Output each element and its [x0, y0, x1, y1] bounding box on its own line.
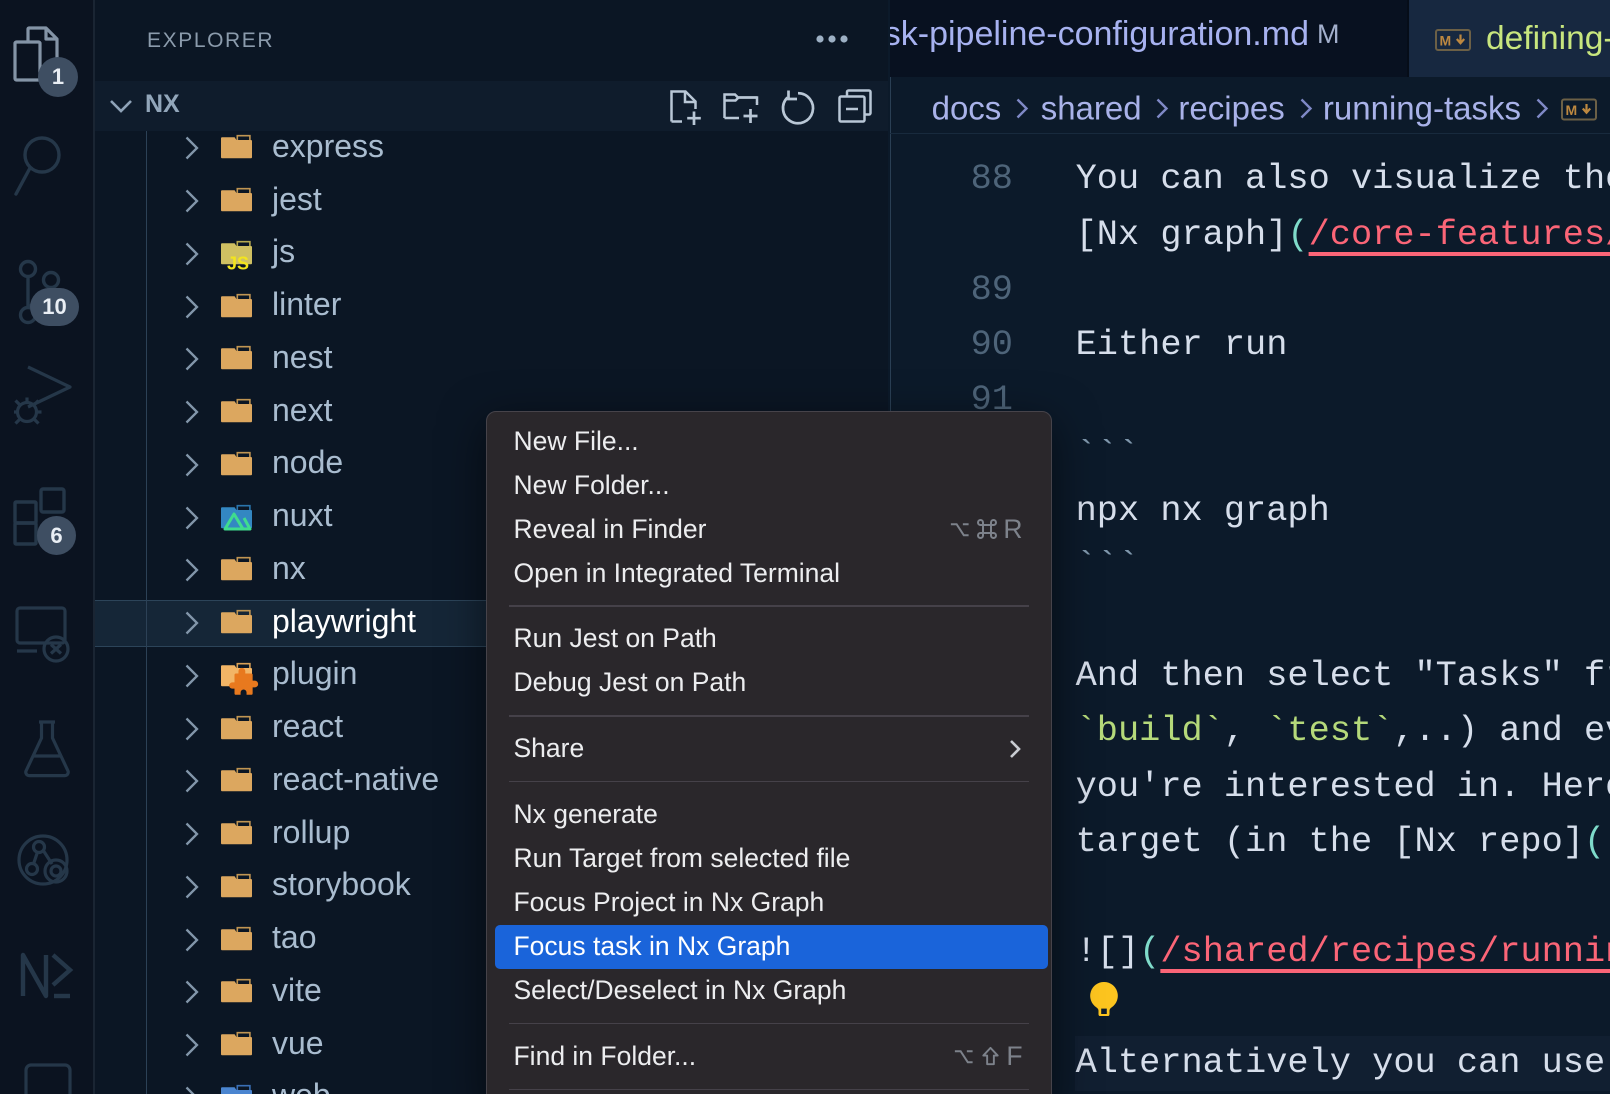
- svg-text:M: M: [1440, 33, 1452, 49]
- svg-text:JS: JS: [227, 253, 249, 273]
- svg-text:M: M: [1565, 102, 1577, 118]
